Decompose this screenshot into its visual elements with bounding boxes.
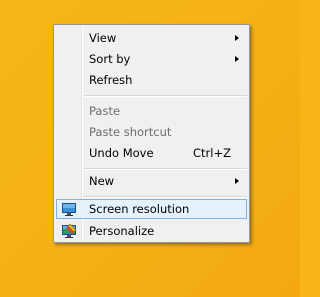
menu-item-label: New <box>89 174 115 188</box>
menu-item-shortcut: Ctrl+Z <box>193 146 231 160</box>
menu-item-sort-by[interactable]: Sort by <box>56 49 247 69</box>
menu-item-label: Personalize <box>89 224 155 238</box>
menu-item-label: Refresh <box>89 73 133 87</box>
menu-separator <box>84 95 247 97</box>
menu-item-personalize[interactable]: Personalize <box>56 221 247 241</box>
menu-item-undo-move[interactable]: Undo Move Ctrl+Z <box>56 143 247 163</box>
menu-item-label: Undo Move <box>89 146 154 160</box>
menu-item-refresh[interactable]: Refresh <box>56 70 247 90</box>
submenu-arrow-icon <box>235 178 239 184</box>
menu-item-screen-resolution[interactable]: Screen resolution <box>56 199 247 219</box>
menu-separator <box>84 196 247 198</box>
menu-item-paste-shortcut: Paste shortcut <box>56 122 247 142</box>
menu-separator <box>84 168 247 170</box>
menu-item-label: View <box>89 31 117 45</box>
menu-item-label: Paste shortcut <box>89 125 172 139</box>
menu-item-label: Paste <box>89 104 121 118</box>
submenu-arrow-icon <box>235 35 239 41</box>
submenu-arrow-icon <box>235 56 239 62</box>
menu-item-label: Screen resolution <box>89 202 190 216</box>
desktop-context-menu: View Sort by Refresh Paste Paste shortcu… <box>53 24 250 243</box>
menu-item-label: Sort by <box>89 52 131 66</box>
screen-resolution-icon <box>62 203 76 216</box>
menu-item-view[interactable]: View <box>56 28 247 48</box>
menu-item-paste: Paste <box>56 101 247 121</box>
personalize-icon <box>62 223 77 238</box>
menu-item-new[interactable]: New <box>56 171 247 191</box>
